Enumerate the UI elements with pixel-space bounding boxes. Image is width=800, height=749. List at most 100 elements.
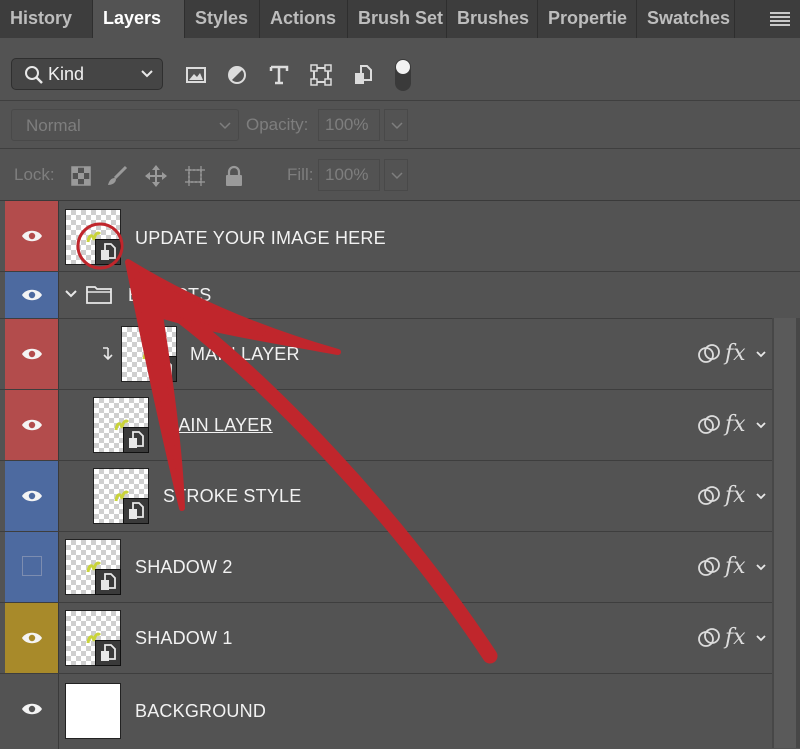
tab-layers[interactable]: Layers [93, 0, 185, 38]
layer-effects-indicator[interactable]: fx [697, 483, 772, 509]
layer-thumbnail [65, 539, 121, 595]
adjustment-filter-icon[interactable] [226, 64, 248, 86]
lock-all-icon[interactable] [223, 165, 245, 187]
eye-icon[interactable] [21, 288, 43, 302]
folder-icon [86, 286, 112, 304]
tab-swatches[interactable]: Swatches [637, 0, 735, 38]
layer-thumbnail [121, 326, 177, 382]
layer-color-cell [5, 390, 59, 460]
layers-list: UPDATE YOUR IMAGE HERE EFFECTS MAIN LAYE… [0, 200, 800, 749]
layer-name: MAIN LAYER [163, 415, 273, 435]
layer-row-main-layer-clipped[interactable]: MAIN LAYER fx [0, 319, 772, 390]
chevron-down-icon[interactable] [755, 420, 767, 430]
layer-color-cell [5, 603, 59, 673]
layer-row-effects-group[interactable]: EFFECTS [0, 272, 800, 319]
layer-thumbnail [65, 610, 121, 666]
layer-row-background[interactable]: BACKGROUND [0, 674, 800, 749]
eye-icon[interactable] [21, 347, 43, 361]
tab-actions[interactable]: Actions [260, 0, 348, 38]
tab-brushes[interactable]: Brushes [447, 0, 538, 38]
layer-effects-indicator[interactable]: fx [697, 625, 772, 651]
filter-kind-select[interactable]: Kind [11, 58, 163, 90]
opacity-field[interactable]: 100% [318, 109, 380, 141]
layer-thumbnail [93, 468, 149, 524]
smart-object-filter-icon[interactable] [352, 64, 374, 86]
smart-object-badge-icon [123, 427, 149, 453]
layer-thumbnail [93, 397, 149, 453]
eye-icon[interactable] [21, 418, 43, 432]
clipping-mask-arrow-icon [103, 347, 113, 361]
chevron-down-icon[interactable] [755, 562, 767, 572]
blend-mode-row: Normal Opacity: 100% [0, 100, 800, 149]
layer-style-icon [698, 557, 720, 576]
chevron-down-icon [219, 122, 231, 130]
tab-brush-set[interactable]: Brush Set [348, 0, 447, 38]
layer-style-icon [698, 628, 720, 647]
layer-row-shadow-1[interactable]: SHADOW 1 fx [0, 603, 772, 674]
chevron-down-icon[interactable] [755, 633, 767, 643]
layer-color-cell [5, 272, 59, 318]
fx-icon: fx [725, 625, 746, 650]
layer-row-update-image[interactable]: UPDATE YOUR IMAGE HERE [0, 201, 800, 272]
layer-name: MAIN LAYER [190, 344, 300, 364]
tab-history[interactable]: History [0, 0, 93, 38]
visibility-toggle-off-icon[interactable] [22, 556, 42, 576]
smart-object-badge-icon [151, 356, 177, 382]
blend-mode-select[interactable]: Normal [11, 109, 239, 141]
opacity-dropdown[interactable] [384, 109, 408, 141]
eye-icon[interactable] [21, 229, 43, 243]
fill-dropdown[interactable] [384, 159, 408, 191]
layers-scrollbar[interactable] [772, 318, 800, 748]
chevron-down-icon [391, 172, 403, 180]
fill-field[interactable]: 100% [318, 159, 380, 191]
eye-icon[interactable] [21, 702, 43, 716]
layer-style-icon [698, 344, 720, 363]
lock-image-pixels-icon[interactable] [106, 165, 128, 187]
layer-row-main-layer[interactable]: MAIN LAYER fx [0, 390, 772, 461]
shape-filter-icon[interactable] [310, 64, 332, 86]
fx-icon: fx [725, 483, 746, 508]
search-icon [25, 66, 43, 84]
lock-artboard-icon[interactable] [184, 165, 206, 187]
lock-position-icon[interactable] [145, 165, 167, 187]
type-filter-icon[interactable] [268, 64, 290, 86]
layer-row-stroke-style[interactable]: STROKE STYLE fx [0, 461, 772, 532]
eye-icon[interactable] [21, 489, 43, 503]
layer-name: BACKGROUND [135, 701, 267, 721]
image-filter-icon[interactable] [185, 64, 207, 86]
layer-effects-indicator[interactable]: fx [697, 554, 772, 580]
chevron-down-icon[interactable] [755, 491, 767, 501]
lock-transparent-pixels-icon[interactable] [70, 165, 92, 187]
smart-object-badge-icon [123, 498, 149, 524]
layer-style-icon [698, 415, 720, 434]
layer-effects-indicator[interactable]: fx [697, 412, 772, 438]
scrollbar-thumb[interactable] [774, 318, 796, 748]
layer-color-cell [5, 532, 59, 602]
layer-color-cell [5, 461, 59, 531]
panel-menu-icon[interactable] [770, 10, 790, 26]
tab-styles[interactable]: Styles [185, 0, 260, 38]
layer-name: SHADOW 1 [135, 628, 233, 648]
chevron-down-icon [391, 122, 403, 130]
fx-icon: fx [725, 554, 746, 579]
filter-toggle-icon[interactable] [392, 58, 414, 92]
chevron-down-icon[interactable] [755, 349, 767, 359]
layer-color-cell [5, 201, 59, 271]
layer-thumbnail [65, 209, 121, 265]
layer-name: UPDATE YOUR IMAGE HERE [135, 228, 386, 248]
layer-thumbnail [65, 683, 121, 739]
layer-name: STROKE STYLE [163, 486, 302, 506]
layer-row-shadow-2[interactable]: SHADOW 2 fx [0, 532, 772, 603]
smart-object-badge-icon [95, 569, 121, 595]
layer-name: SHADOW 2 [135, 557, 233, 577]
fx-icon: fx [725, 341, 746, 366]
smart-object-badge-icon [95, 239, 121, 265]
tab-properties[interactable]: Propertie [538, 0, 637, 38]
fill-label: Fill: [287, 165, 314, 184]
chevron-down-icon[interactable] [64, 288, 78, 300]
layer-effects-indicator[interactable]: fx [697, 341, 772, 367]
smart-object-badge-icon [95, 640, 121, 666]
eye-icon[interactable] [21, 631, 43, 645]
chevron-down-icon [141, 70, 153, 78]
layer-color-cell [5, 674, 59, 749]
